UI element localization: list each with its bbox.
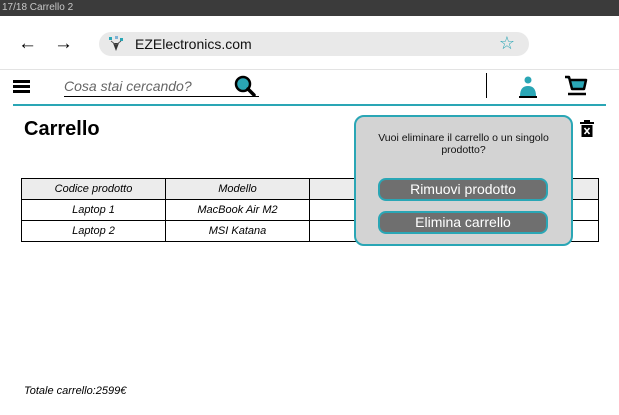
site-favicon-icon <box>109 36 123 51</box>
cell-model: MacBook Air M2 <box>165 199 310 221</box>
search-placeholder: Cosa stai cercando? <box>64 78 192 94</box>
url-text: EZElectronics.com <box>135 36 252 52</box>
menu-icon[interactable] <box>13 80 30 93</box>
cell-model: MSI Katana <box>165 220 310 242</box>
cell-product-code: Laptop 1 <box>21 199 166 221</box>
search-icon[interactable] <box>234 75 256 97</box>
header-divider <box>486 73 487 98</box>
remove-product-button[interactable]: Rimuovi prodotto <box>378 178 548 201</box>
empty-cart-button[interactable]: Elimina carrello <box>378 211 548 234</box>
address-bar[interactable]: EZElectronics.com ☆ <box>99 32 529 56</box>
site-header: Cosa stai cercando? <box>13 72 606 106</box>
column-header-product-code: Codice prodotto <box>21 178 166 200</box>
popup-message: Vuoi eliminare il carrello o un singolo … <box>378 132 549 156</box>
cart-icon[interactable] <box>564 75 588 97</box>
window-titlebar: 17/18 Carrello 2 <box>0 0 619 16</box>
delete-confirm-popup: Vuoi eliminare il carrello o un singolo … <box>354 115 573 246</box>
star-icon[interactable]: ☆ <box>499 33 515 54</box>
arrow-left-icon[interactable]: ← <box>18 34 37 53</box>
cart-total: Totale carrello:2599€ <box>24 385 127 397</box>
cell-product-code: Laptop 2 <box>21 220 166 242</box>
window-title: 17/18 Carrello 2 <box>2 2 74 13</box>
arrow-right-icon[interactable]: → <box>54 34 73 53</box>
browser-toolbar: ← → EZElectronics.com ☆ <box>0 16 619 70</box>
column-header-model: Modello <box>165 178 310 200</box>
user-icon[interactable] <box>518 76 538 98</box>
trash-icon[interactable] <box>580 120 594 137</box>
search-input[interactable]: Cosa stai cercando? <box>64 75 259 97</box>
page-title: Carrello <box>24 118 100 140</box>
